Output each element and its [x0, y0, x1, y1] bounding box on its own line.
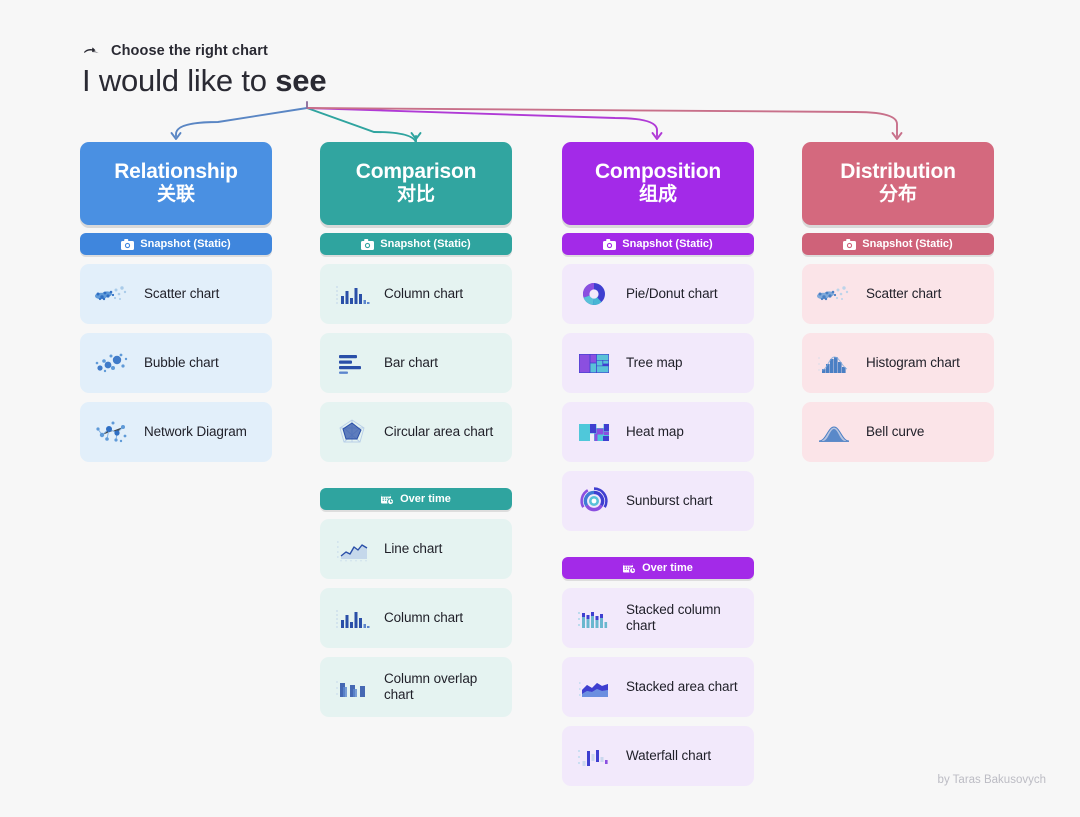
chart-item[interactable]: Circular area chart — [320, 402, 512, 462]
credit-text: by Taras Bakusovych — [937, 774, 1046, 786]
chart-item-label: Heat map — [626, 424, 684, 440]
category-column-comparison: Comparison 对比 Snapshot (Static) Column cha… — [320, 142, 512, 726]
heat-map-icon — [574, 415, 614, 449]
column-chart-icon — [332, 601, 372, 635]
category-title: Relationship — [114, 159, 238, 183]
category-column-distribution: Distribution 分布 Snapshot (Static) Scatter … — [802, 142, 994, 471]
waterfall-chart-icon — [574, 739, 614, 773]
chart-item-label: Pie/Donut chart — [626, 286, 718, 302]
chart-item-label: Bell curve — [866, 424, 925, 440]
category-subtitle: 关联 — [156, 184, 195, 206]
category-column-composition: Composition 组成 Snapshot (Static) Pie/Donut… — [562, 142, 754, 795]
chart-item[interactable]: Bar chart — [320, 333, 512, 393]
chart-item[interactable]: Stacked area chart — [562, 657, 754, 717]
camera-icon — [121, 238, 135, 250]
category-header-comparison[interactable]: Comparison 对比 — [320, 142, 512, 225]
calendar-clock-icon — [381, 493, 395, 505]
group-badge-label: Snapshot (Static) — [862, 238, 953, 250]
chart-item-label: Column chart — [384, 610, 464, 626]
chart-item[interactable]: Scatter chart — [80, 264, 272, 324]
scatter-chart-icon — [92, 277, 132, 311]
chart-item-label: Line chart — [384, 541, 443, 557]
connector-arrow-comparison — [306, 107, 417, 145]
chart-item[interactable]: Heat map — [562, 402, 754, 462]
category-title: Distribution — [840, 159, 956, 183]
line-chart-icon — [332, 532, 372, 566]
category-title: Comparison — [355, 159, 477, 183]
chart-item[interactable]: Column chart — [320, 264, 512, 324]
chart-item[interactable]: Sunburst chart — [562, 471, 754, 531]
network-diagram-icon — [92, 415, 132, 449]
category-column-relationship: Relationship 关联 Snapshot (Static) Scatter … — [80, 142, 272, 471]
group-badge-label: Over time — [642, 562, 693, 574]
chart-item-label: Column overlap chart — [384, 671, 478, 702]
chart-item-label: Circular area chart — [384, 424, 494, 440]
chart-item[interactable]: Stacked column chart — [562, 588, 754, 648]
pie-donut-chart-icon — [574, 277, 614, 311]
connector-arrow-composition — [306, 107, 658, 137]
chart-item-label: Stacked area chart — [626, 679, 738, 695]
category-header-composition[interactable]: Composition 组成 — [562, 142, 754, 225]
chart-item-label: Histogram chart — [866, 355, 960, 371]
stacked-column-chart-icon — [574, 601, 614, 635]
stacked-area-chart-icon — [574, 670, 614, 704]
group-badge-snapshot[interactable]: Snapshot (Static) — [562, 233, 754, 255]
chart-item-label: Tree map — [626, 355, 683, 371]
chart-item-label: Column chart — [384, 286, 464, 302]
group-badge-snapshot[interactable]: Snapshot (Static) — [320, 233, 512, 255]
chart-item-label: Waterfall chart — [626, 748, 712, 764]
chart-item-label: Bubble chart — [144, 355, 219, 371]
group-badge-label: Snapshot (Static) — [140, 238, 231, 250]
chart-item[interactable]: Line chart — [320, 519, 512, 579]
tree-map-icon — [574, 346, 614, 380]
column-chart-icon — [332, 277, 372, 311]
group-badge-over-time[interactable]: Over time — [320, 488, 512, 510]
category-subtitle: 组成 — [638, 184, 677, 206]
bubble-chart-icon — [92, 346, 132, 380]
camera-icon — [843, 238, 857, 250]
chart-item[interactable]: Scatter chart — [802, 264, 994, 324]
histogram-chart-icon — [814, 346, 854, 380]
group-badge-label: Over time — [400, 493, 451, 505]
chart-item-label: Sunburst chart — [626, 493, 713, 509]
sunburst-chart-icon — [574, 484, 614, 518]
chart-item[interactable]: Pie/Donut chart — [562, 264, 754, 324]
group-badge-over-time[interactable]: Over time — [562, 557, 754, 579]
category-header-distribution[interactable]: Distribution 分布 — [802, 142, 994, 225]
chart-item[interactable]: Column overlap chart — [320, 657, 512, 717]
chart-item[interactable]: Column chart — [320, 588, 512, 648]
bar-chart-icon — [332, 346, 372, 380]
group-badge-snapshot[interactable]: Snapshot (Static) — [802, 233, 994, 255]
scatter-chart-icon — [814, 277, 854, 311]
chart-item[interactable]: Waterfall chart — [562, 726, 754, 786]
group-badge-label: Snapshot (Static) — [622, 238, 713, 250]
category-header-relationship[interactable]: Relationship 关联 — [80, 142, 272, 225]
bell-curve-icon — [814, 415, 854, 449]
camera-icon — [361, 238, 375, 250]
chart-item-label: Scatter chart — [866, 286, 942, 302]
chart-item[interactable]: Tree map — [562, 333, 754, 393]
group-badge-label: Snapshot (Static) — [380, 238, 471, 250]
infographic-canvas: Choose the right chart I would like to s… — [0, 0, 1080, 817]
chart-item[interactable]: Histogram chart — [802, 333, 994, 393]
category-subtitle: 对比 — [396, 184, 435, 206]
column-overlap-chart-icon — [332, 670, 372, 704]
chart-item[interactable]: Bubble chart — [80, 333, 272, 393]
chart-item-label: Network Diagram — [144, 424, 247, 440]
category-title: Composition — [594, 159, 722, 183]
connector-arrow-relationship — [175, 107, 308, 137]
category-subtitle: 分布 — [878, 184, 917, 206]
chart-item[interactable]: Network Diagram — [80, 402, 272, 462]
camera-icon — [603, 238, 617, 250]
chart-item-label: Bar chart — [384, 355, 438, 371]
chart-item-label: Scatter chart — [144, 286, 220, 302]
calendar-clock-icon — [623, 562, 637, 574]
connector-arrow-distribution — [306, 107, 898, 137]
chart-item[interactable]: Bell curve — [802, 402, 994, 462]
circular-area-chart-icon — [332, 415, 372, 449]
group-badge-snapshot[interactable]: Snapshot (Static) — [80, 233, 272, 255]
chart-item-label: Stacked column chart — [626, 602, 721, 633]
